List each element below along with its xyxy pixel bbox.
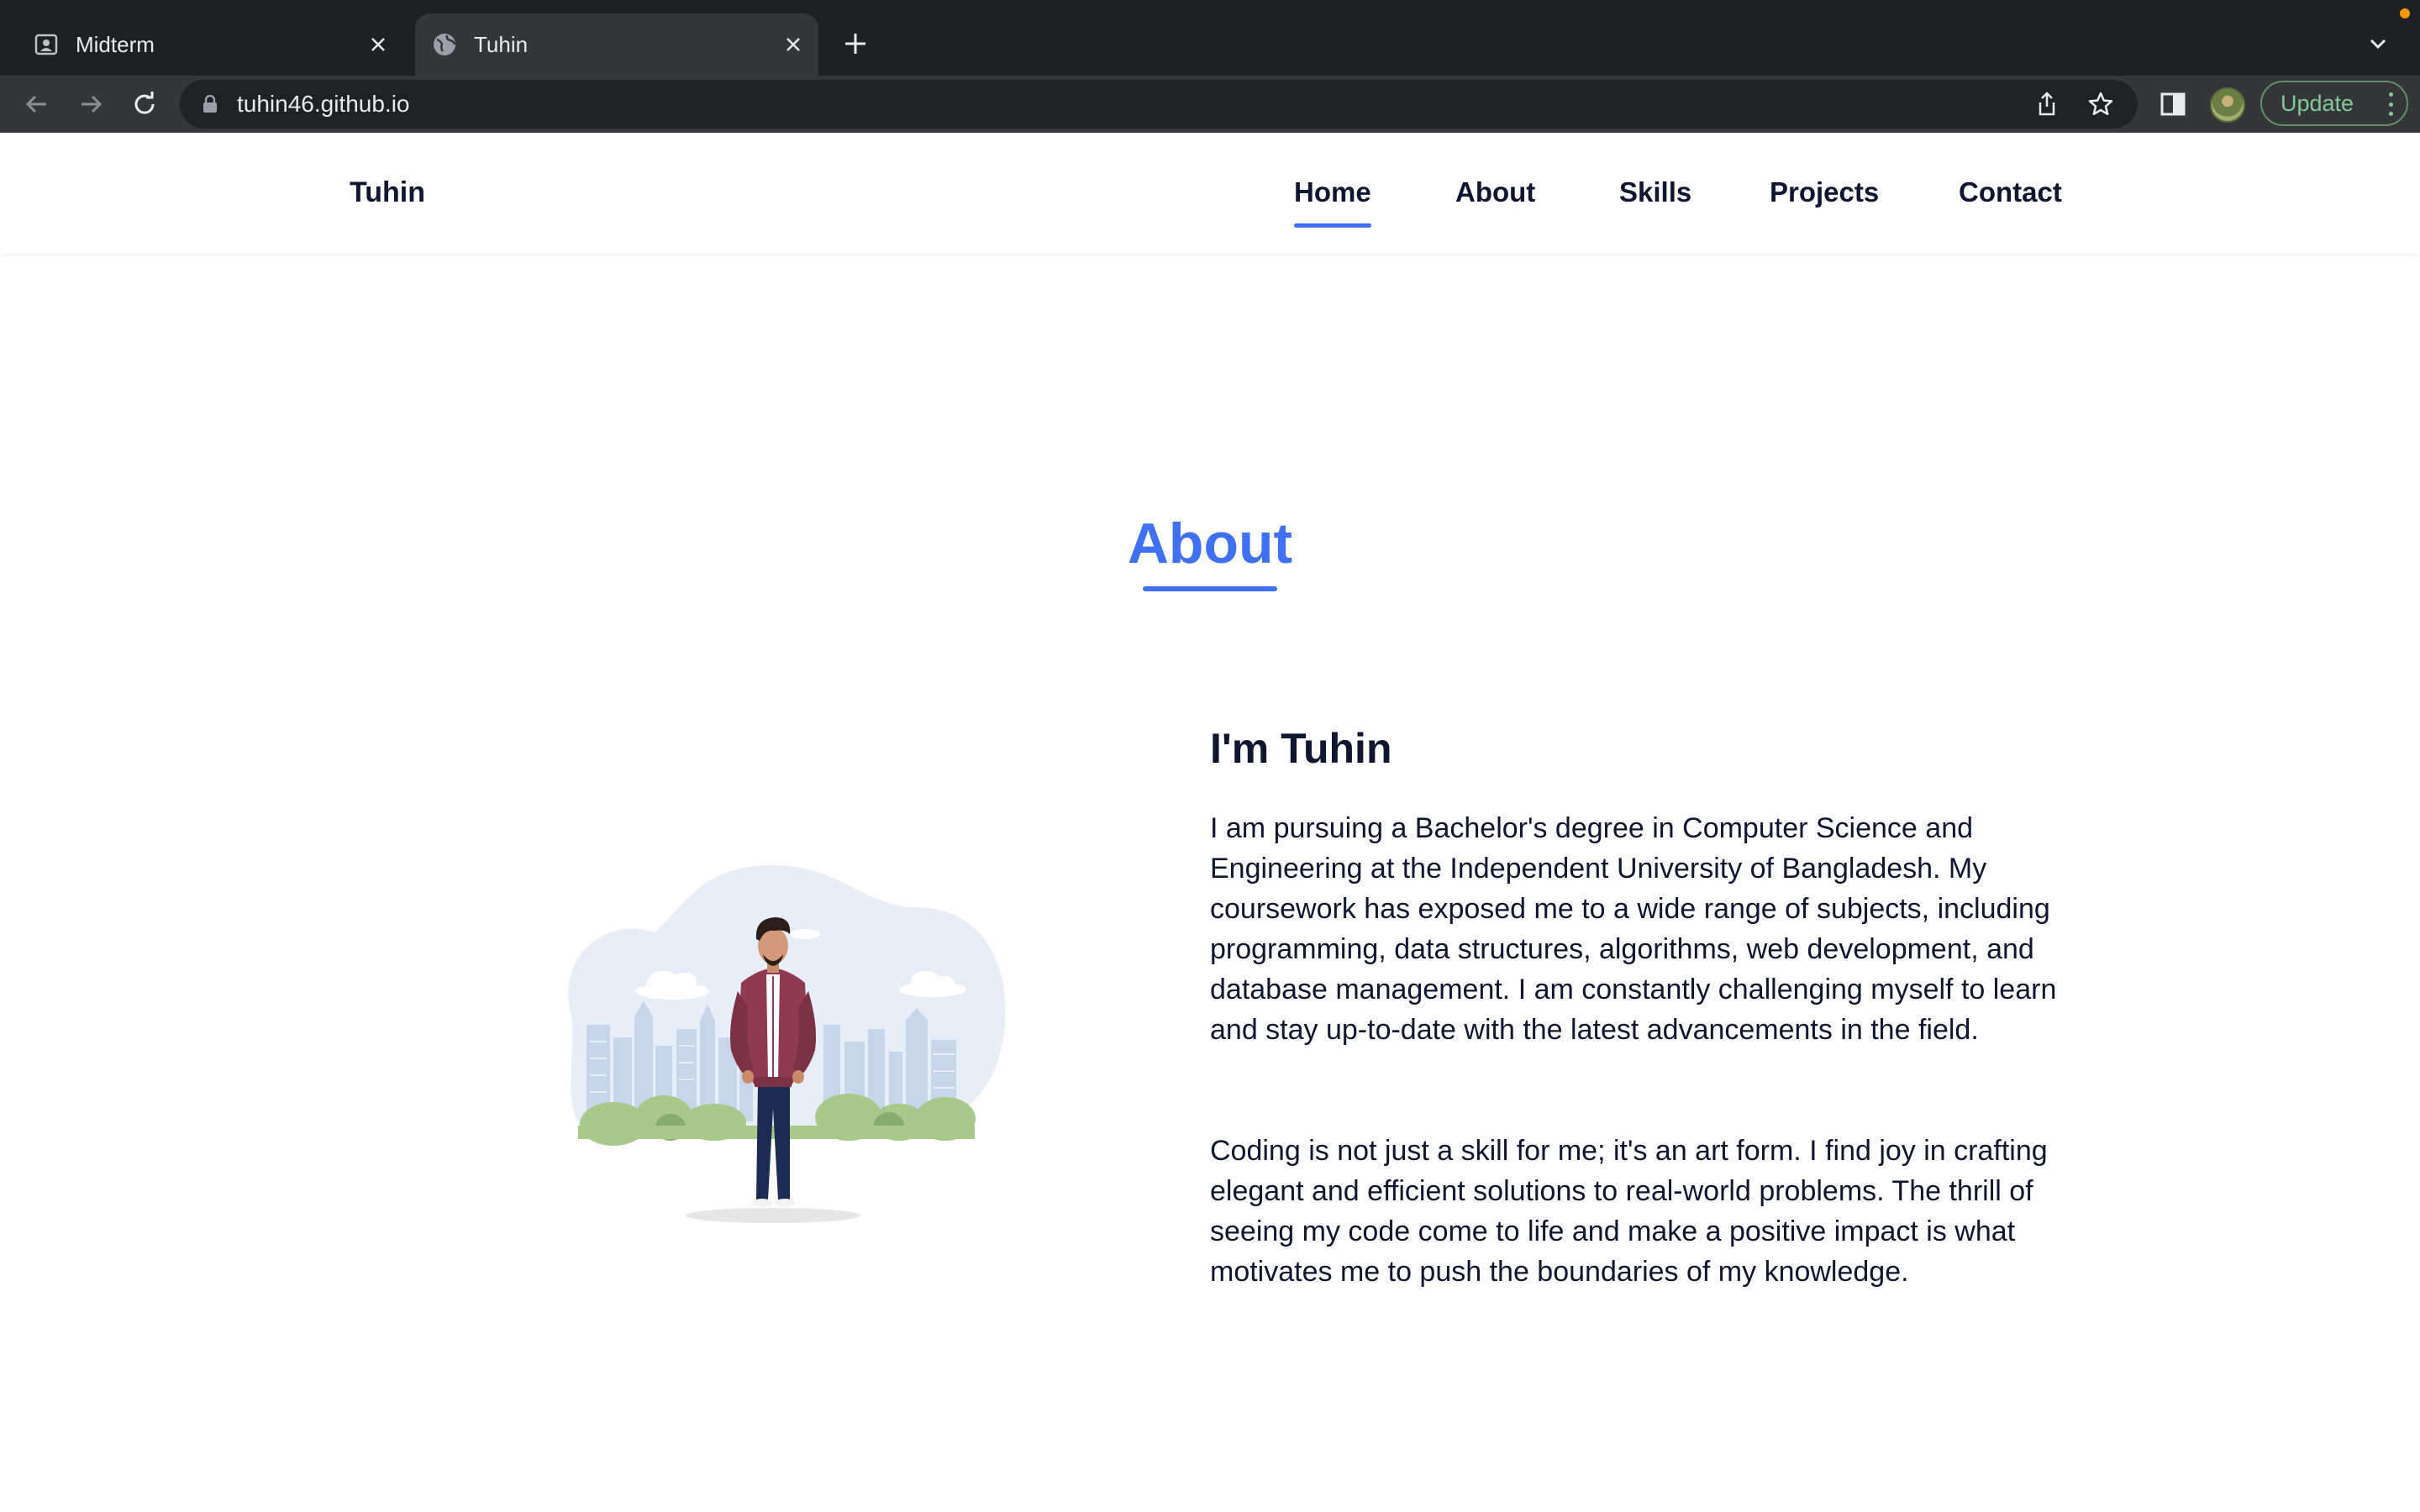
site-header: Tuhin Home About Skills Projects Contact: [0, 133, 2420, 254]
nav-contact[interactable]: Contact: [1959, 176, 2062, 208]
side-panel-icon[interactable]: [2154, 86, 2191, 123]
section-title: About: [1127, 512, 1293, 575]
browser-tab-strip: Midterm Tuhin: [0, 0, 2420, 76]
nav-projects[interactable]: Projects: [1770, 176, 1879, 208]
section-title-underline: [1143, 586, 1277, 591]
about-paragraph-2: Coding is not just a skill for me; it's …: [1210, 1135, 2048, 1288]
tab-title: Tuhin: [474, 31, 529, 57]
reload-icon: [134, 92, 155, 114]
forward-arrow-icon: [82, 95, 103, 113]
browser-toolbar: tuhin46.github.io Update: [0, 76, 2420, 133]
tab-title: Midterm: [76, 31, 155, 57]
site-logo[interactable]: Tuhin: [350, 176, 425, 209]
update-indicator: [2400, 8, 2410, 18]
forward-button[interactable]: [71, 84, 111, 124]
person-illustration: [546, 857, 1017, 1226]
back-button[interactable]: [17, 84, 57, 124]
about-heading: I'm Tuhin: [1210, 725, 1392, 772]
about-paragraph-1: I am pursuing a Bachelor's degree in Com…: [1210, 812, 2057, 1046]
share-icon[interactable]: [2030, 87, 2064, 121]
chevron-down-icon: [2370, 39, 2386, 50]
new-tab-button[interactable]: [837, 25, 874, 62]
bookmark-star-icon[interactable]: [2084, 87, 2118, 121]
plus-icon: [845, 34, 865, 54]
nav-skills[interactable]: Skills: [1619, 176, 1691, 208]
tab-midterm[interactable]: Midterm: [17, 13, 403, 76]
globe-icon: [432, 32, 457, 57]
close-icon[interactable]: [776, 28, 810, 61]
close-icon[interactable]: [361, 28, 395, 61]
tab-search-button[interactable]: [2360, 25, 2396, 62]
nav-home[interactable]: Home: [1294, 176, 1371, 228]
lock-icon[interactable]: [200, 94, 220, 114]
update-label: Update: [2281, 90, 2354, 116]
back-arrow-icon: [25, 95, 46, 113]
more-menu-icon[interactable]: [2386, 92, 2395, 116]
contact-card-icon: [34, 32, 59, 57]
tab-tuhin[interactable]: Tuhin: [415, 13, 818, 76]
profile-avatar[interactable]: [2210, 87, 2245, 123]
update-button[interactable]: Update: [2260, 81, 2408, 126]
reload-button[interactable]: [124, 84, 165, 124]
url-text[interactable]: tuhin46.github.io: [237, 91, 2030, 118]
nav-about[interactable]: About: [1455, 176, 1535, 208]
address-bar[interactable]: tuhin46.github.io: [180, 80, 2138, 129]
